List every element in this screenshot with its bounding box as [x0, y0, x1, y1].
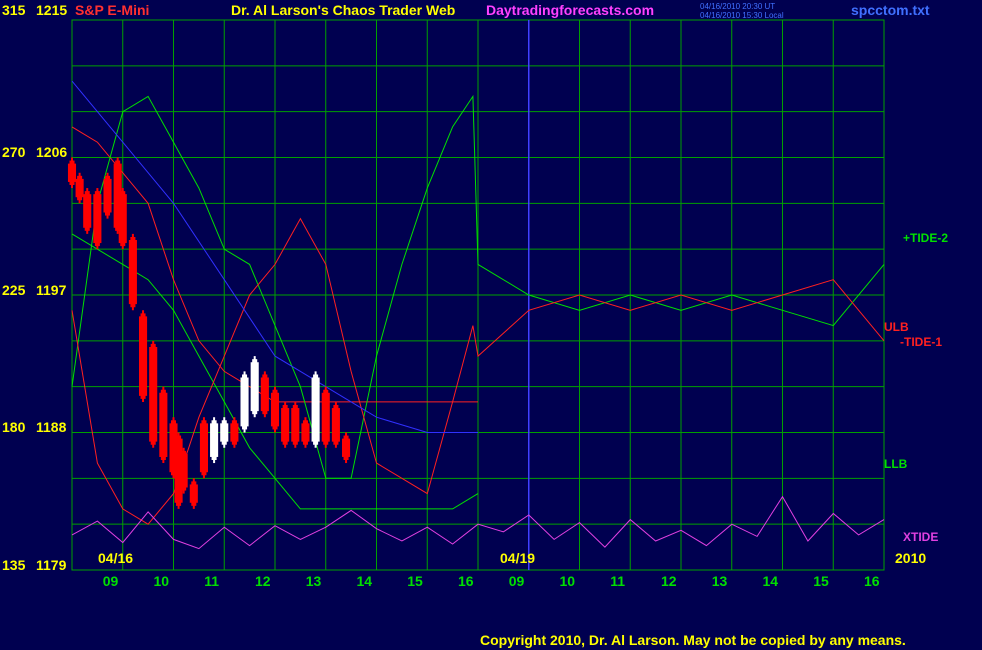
timestamp-local: 04/16/2010 15:30 Local [700, 11, 784, 20]
x-tick-label: 10 [154, 573, 170, 589]
x-tick-label: 12 [661, 573, 677, 589]
y-tick-right: 1179 [36, 557, 67, 573]
x-tick-label: 12 [255, 573, 271, 589]
x-tick-label: 10 [560, 573, 576, 589]
x-tick-label: 09 [103, 573, 119, 589]
y-tick-right: 1188 [36, 419, 67, 435]
label-llb: LLB [884, 457, 908, 471]
copyright-notice: Copyright 2010, Dr. Al Larson. May not b… [480, 632, 906, 648]
year-label: 2010 [895, 550, 926, 566]
x-tick-label: 09 [509, 573, 525, 589]
x-tick-label: 15 [407, 573, 423, 589]
x-tick-label: 16 [864, 573, 880, 589]
chart-title: Dr. Al Larson's Chaos Trader Web [231, 2, 455, 18]
label-tide2: +TIDE-2 [903, 231, 948, 245]
y-tick-left: 270 [2, 144, 26, 160]
x-tick-label: 13 [712, 573, 728, 589]
chart-background [0, 0, 982, 650]
x-tick-label: 13 [306, 573, 322, 589]
chaos-chart: 315 1215 S&P E-Mini Dr. Al Larson's Chao… [0, 0, 982, 650]
x-tick-label: 15 [813, 573, 829, 589]
y-tick-left-top: 315 [2, 2, 26, 18]
label-xtide: XTIDE [903, 530, 938, 544]
data-filename: spcctom.txt [851, 2, 930, 18]
y-tick-left: 225 [2, 282, 26, 298]
x-tick-label: 11 [610, 573, 625, 589]
x-tick-label: 11 [204, 573, 219, 589]
y-tick-right: 1197 [36, 282, 67, 298]
date-label-day1: 04/16 [98, 550, 133, 566]
website-link[interactable]: Daytradingforecasts.com [486, 2, 654, 18]
date-label-day2: 04/19 [500, 550, 535, 566]
y-tick-left: 135 [2, 557, 26, 573]
label-tide1: -TIDE-1 [900, 335, 942, 349]
x-tick-label: 14 [357, 573, 373, 589]
x-tick-label: 16 [458, 573, 474, 589]
label-ulb: ULB [884, 320, 909, 334]
timestamp-ut: 04/16/2010 20:30 UT [700, 2, 775, 11]
y-tick-right: 1206 [36, 144, 67, 160]
y-tick-left: 180 [2, 419, 26, 435]
x-tick-label: 14 [763, 573, 779, 589]
instrument-title: S&P E-Mini [75, 2, 149, 18]
y-tick-right-top: 1215 [36, 2, 67, 18]
